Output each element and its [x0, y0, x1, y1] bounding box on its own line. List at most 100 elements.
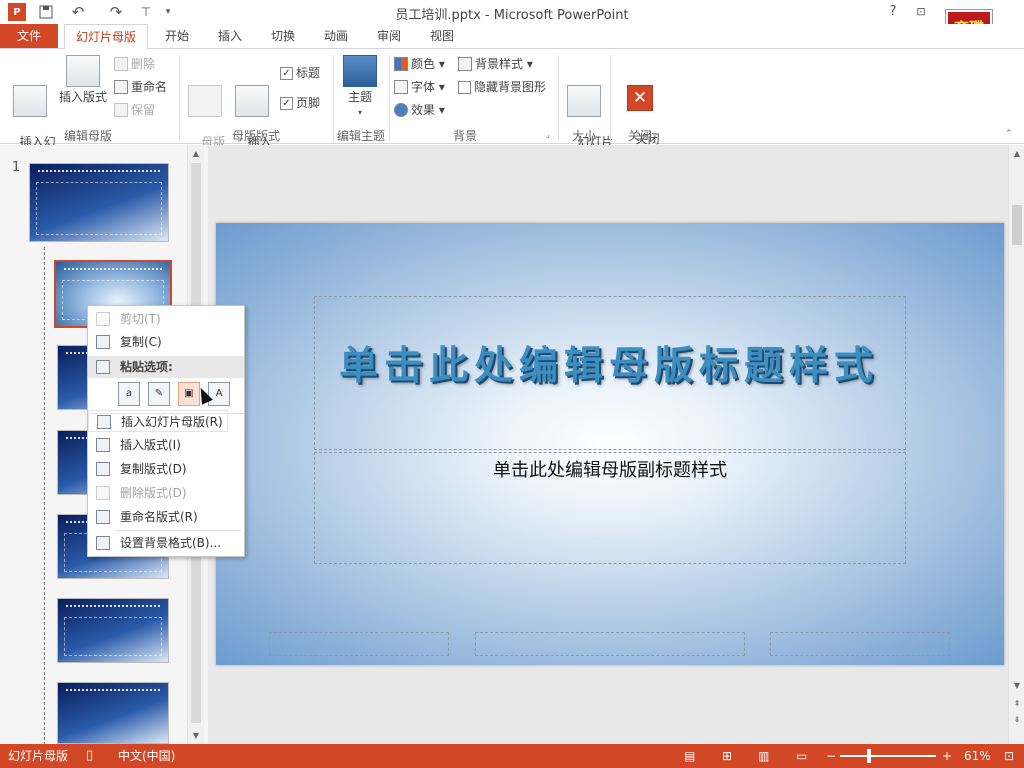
spelling-check-icon[interactable]: ▯ — [86, 744, 93, 768]
colors-button[interactable]: 颜色 ▾ — [394, 54, 445, 74]
group-master-layout: 母版版式 — [231, 129, 280, 143]
thumb-body-placeholder — [64, 617, 162, 656]
slide-size-icon — [567, 85, 601, 117]
themes-icon — [343, 55, 377, 87]
menu-item-cut[interactable]: 剪切(T) — [88, 308, 244, 330]
separator — [179, 55, 180, 141]
menu-item-rename-layout[interactable]: 重命名版式(R) — [88, 506, 244, 528]
menu-item-copy-label: 复制(C) — [120, 335, 162, 349]
thumbnail-layout[interactable] — [57, 682, 169, 744]
fonts-button[interactable]: 字体 ▾ — [394, 77, 445, 97]
tab-insert[interactable]: 插入 — [208, 24, 252, 48]
menu-item-format-background[interactable]: 设置背景格式(B)... — [88, 532, 244, 554]
hide-background-label: 隐藏背景图形 — [474, 80, 547, 94]
canvas-scrollbar[interactable]: ▲ ▼ ⇞ ⇟ — [1008, 145, 1024, 745]
menu-item-insert-layout[interactable]: 插入版式(I) — [88, 434, 244, 456]
paste-options-label: 粘贴选项: — [120, 360, 173, 374]
thumbnail-layout[interactable] — [57, 598, 169, 663]
paste-use-destination-theme-icon[interactable]: a — [118, 382, 140, 406]
menu-item-insert-slide-master[interactable]: 插入幻灯片母版(R) — [88, 410, 228, 432]
rename-button[interactable]: 重命名 — [114, 77, 167, 97]
tab-animations[interactable]: 动画 — [314, 24, 358, 48]
reading-view-icon[interactable]: ▥ — [758, 744, 769, 768]
delete-button[interactable]: 删除 — [114, 54, 155, 74]
menu-item-delete-layout[interactable]: 删除版式(D) — [88, 482, 244, 504]
status-bar: 幻灯片母版 ▯ 中文(中国) ▤ ⊞ ▥ ▭ − + 61% ⊡ — [0, 744, 1024, 768]
previous-slide-icon[interactable]: ⇞ — [1009, 697, 1024, 711]
insert-layout-button[interactable]: 插入版式 — [58, 55, 108, 105]
slide-sorter-view-icon[interactable]: ⊞ — [722, 744, 732, 768]
collapse-ribbon-icon[interactable]: ⌃ — [1005, 129, 1013, 139]
menu-separator — [116, 530, 242, 531]
paste-keep-source-formatting-icon[interactable]: ✎ — [148, 382, 170, 406]
next-slide-icon[interactable]: ⇟ — [1009, 713, 1024, 727]
slide-show-view-icon[interactable]: ▭ — [796, 744, 807, 768]
effects-button[interactable]: 效果 ▾ — [394, 100, 445, 120]
tab-view[interactable]: 视图 — [420, 24, 464, 48]
slide-number: 1 — [12, 160, 21, 175]
title-bar: P ↶ ↷ ⊤ ▾ 员工培训.pptx - Microsoft PowerPoi… — [0, 0, 1024, 24]
ribbon-display-options-icon[interactable]: ⊡ — [911, 3, 931, 21]
status-view-name: 幻灯片母版 — [8, 749, 69, 763]
tab-transitions[interactable]: 切换 — [261, 24, 305, 48]
copy-icon — [96, 335, 110, 349]
themes-button[interactable]: 主题 ▾ — [340, 55, 380, 120]
tab-review[interactable]: 审阅 — [367, 24, 411, 48]
zoom-level[interactable]: 61% — [964, 744, 991, 768]
normal-view-icon[interactable]: ▤ — [684, 744, 695, 768]
close-icon: ✕ — [627, 85, 653, 111]
canvas-scroll-thumb[interactable] — [1012, 205, 1022, 245]
slide-subtitle[interactable]: 单击此处编辑母版副标题样式 — [314, 456, 906, 482]
zoom-slider-track[interactable] — [840, 755, 936, 757]
menu-item-cut-label: 剪切(T) — [120, 312, 161, 326]
fonts-icon — [394, 80, 408, 94]
thumb-title-placeholder — [66, 605, 160, 610]
title-checkbox[interactable]: ✓ 标题 — [280, 63, 320, 83]
layout-connector-line — [44, 247, 45, 745]
background-dialog-launcher-icon[interactable]: ⌟ — [546, 130, 550, 139]
menu-item-duplicate-layout[interactable]: 复制版式(D) — [88, 458, 244, 480]
context-menu: 剪切(T) 复制(C) 粘贴选项: a ✎ ▣ A 插入幻灯片母版(R) 插入版… — [87, 305, 245, 557]
slide-number-placeholder[interactable] — [770, 632, 950, 656]
paste-options-header: 粘贴选项: — [88, 356, 244, 378]
zoom-in-icon[interactable]: + — [942, 744, 952, 768]
slide-title[interactable]: 单击此处编辑母版标题样式 — [324, 340, 894, 392]
format-background-icon — [96, 536, 110, 550]
menu-item-copy[interactable]: 复制(C) — [88, 331, 244, 353]
menu-item-insert-slide-master-label: 插入幻灯片母版(R) — [121, 415, 223, 429]
preserve-label: 保留 — [131, 103, 156, 117]
paste-keep-text-only-icon[interactable]: A — [208, 382, 230, 406]
insert-slide-master-icon — [13, 85, 47, 117]
scroll-down-icon[interactable]: ▼ — [1009, 679, 1024, 693]
scroll-up-icon[interactable]: ▲ — [188, 147, 204, 161]
group-close: 关闭 — [627, 129, 652, 143]
tab-file[interactable]: 文件 — [0, 24, 58, 48]
ribbon: 插入幻 灯片母版 插入版式 删除 重命名 保留 编辑母版 母版 版式 插入 占位… — [0, 48, 1024, 164]
themes-label: 主题 — [347, 90, 372, 104]
footer-checkbox[interactable]: ✓ 页脚 — [280, 93, 320, 113]
insert-layout-label: 插入版式 — [58, 90, 107, 104]
tab-home[interactable]: 开始 — [155, 24, 199, 48]
scroll-up-icon[interactable]: ▲ — [1009, 147, 1024, 161]
delete-layout-icon — [96, 486, 110, 500]
separator — [558, 55, 559, 141]
tab-slide-master[interactable]: 幻灯片母版 — [64, 24, 148, 49]
background-styles-button[interactable]: 背景样式 ▾ — [458, 54, 533, 74]
zoom-out-icon[interactable]: − — [826, 744, 836, 768]
fit-slide-icon[interactable]: ⊡ — [1004, 744, 1014, 768]
separator — [610, 55, 611, 141]
zoom-slider-thumb[interactable] — [867, 749, 871, 763]
hide-background-checkbox[interactable]: 隐藏背景图形 — [458, 77, 546, 97]
status-language[interactable]: 中文(中国) — [118, 744, 175, 768]
duplicate-layout-icon — [96, 462, 110, 476]
footer-placeholder[interactable] — [475, 632, 745, 656]
thumbnail-slide-master[interactable] — [29, 163, 169, 242]
footer-check-label: 页脚 — [296, 96, 321, 110]
help-button[interactable]: ? — [883, 3, 903, 21]
scroll-down-icon[interactable]: ▼ — [188, 729, 204, 743]
menu-item-insert-layout-label: 插入版式(I) — [120, 438, 181, 452]
date-placeholder[interactable] — [269, 632, 449, 656]
preserve-button[interactable]: 保留 — [114, 100, 155, 120]
delete-label: 删除 — [131, 57, 156, 71]
menu-item-duplicate-layout-label: 复制版式(D) — [120, 462, 187, 476]
